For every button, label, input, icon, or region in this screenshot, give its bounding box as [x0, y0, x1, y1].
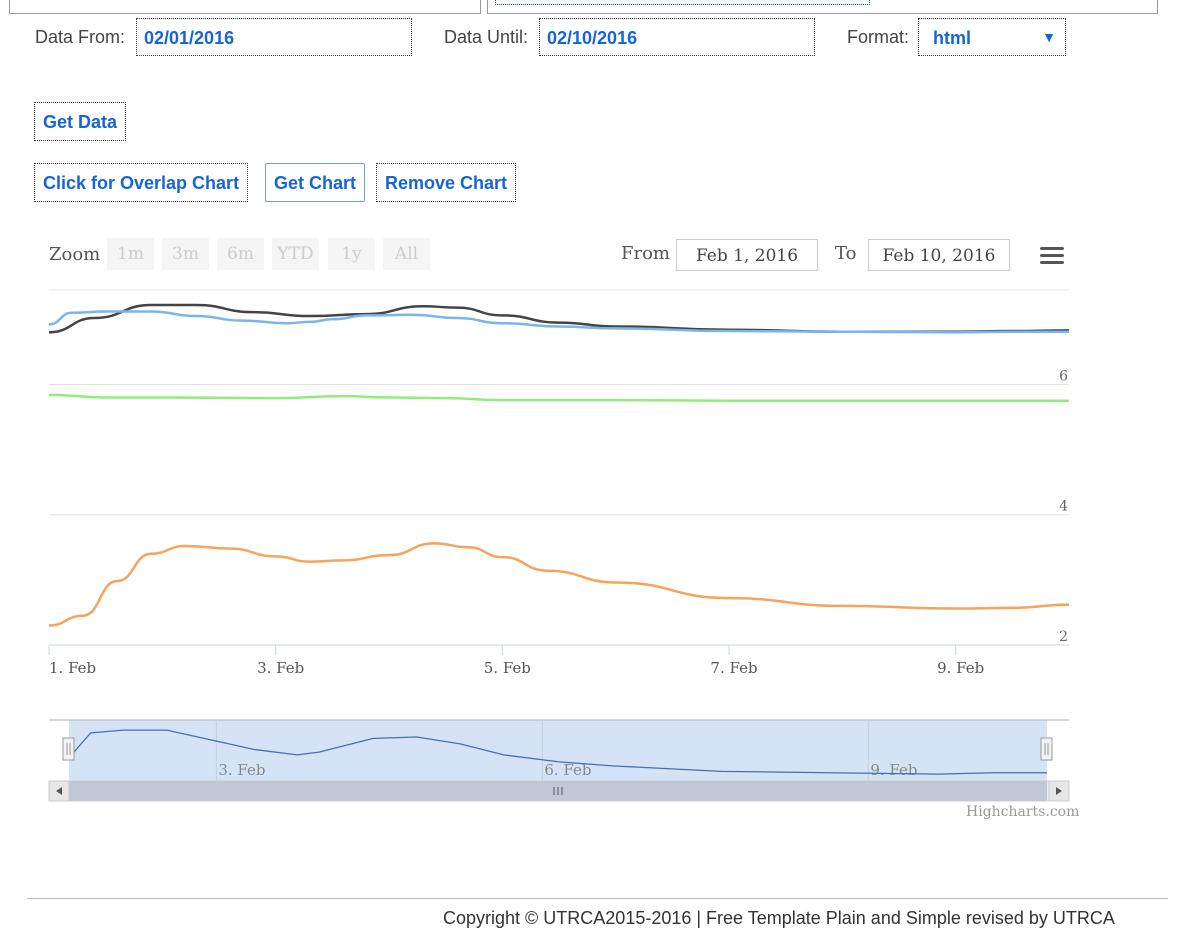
- top-field-partial[interactable]: [495, 0, 870, 5]
- x-tick-label: 7. Feb: [710, 659, 757, 677]
- get-data-button[interactable]: Get Data: [34, 102, 127, 141]
- series-line-3[interactable]: [48, 542, 1070, 627]
- navigator: 3. Feb 6. Feb 9. Feb: [48, 719, 1070, 802]
- from-label: From: [621, 243, 670, 264]
- x-tick-label: 5. Feb: [484, 659, 531, 677]
- zoom-label: Zoom: [49, 244, 101, 265]
- remove-chart-button[interactable]: Remove Chart: [376, 163, 517, 202]
- line-chart: 6 4 2 1. Feb 3. Feb 5. Feb 7. Feb 9. Feb 3. Fe…: [48, 289, 1070, 802]
- hamburger-menu-icon[interactable]: [1040, 245, 1064, 267]
- data-until-label: Data Until:: [444, 27, 529, 47]
- to-label: To: [835, 243, 857, 264]
- y-tick-label: 6: [1059, 368, 1068, 384]
- data-until-field[interactable]: 02/10/2016: [539, 18, 815, 56]
- zoom-1m-button[interactable]: 1m: [107, 238, 154, 270]
- navigator-left-handle[interactable]: [62, 737, 75, 761]
- series-line-0[interactable]: [48, 303, 1070, 334]
- navigator-right-handle[interactable]: [1040, 737, 1053, 761]
- zoom-ytd-button[interactable]: YTD: [272, 238, 319, 270]
- zoom-3m-button[interactable]: 3m: [162, 238, 209, 270]
- x-tick-label: 9. Feb: [937, 659, 984, 677]
- get-chart-button[interactable]: Get Chart: [265, 163, 366, 202]
- chart-series: [48, 303, 1070, 627]
- chevron-down-icon: ▼: [1042, 29, 1056, 45]
- to-date-input[interactable]: Feb 10, 2016: [868, 239, 1010, 271]
- footer-divider: [27, 898, 1168, 899]
- x-tick-label: 3. Feb: [257, 659, 304, 677]
- copyright-text: Copyright © UTRCA2015-2016 | Free Templa…: [443, 908, 1115, 928]
- chart-gridlines: [49, 289, 1069, 646]
- from-date-input[interactable]: Feb 1, 2016: [676, 239, 818, 271]
- highcharts-credits[interactable]: Highcharts.com: [966, 804, 1079, 820]
- navigator-tick-label: 3. Feb: [218, 761, 265, 779]
- y-tick-label: 4: [1059, 499, 1068, 515]
- zoom-all-button[interactable]: All: [383, 238, 430, 270]
- overlap-chart-button[interactable]: Click for Overlap Chart: [34, 163, 249, 202]
- zoom-6m-button[interactable]: 6m: [217, 238, 264, 270]
- format-select[interactable]: html ▼: [918, 18, 1066, 56]
- x-axis: 1. Feb 3. Feb 5. Feb 7. Feb 9. Feb: [48, 644, 1069, 677]
- format-select-value: html: [933, 28, 971, 48]
- x-tick-label: 1. Feb: [49, 659, 96, 677]
- top-panel-left: [9, 0, 481, 14]
- format-label: Format:: [847, 27, 910, 47]
- navigator-tick-label: 9. Feb: [870, 761, 917, 779]
- data-from-field[interactable]: 02/01/2016: [136, 18, 412, 56]
- data-from-label: Data From:: [35, 27, 126, 47]
- zoom-1y-button[interactable]: 1y: [328, 238, 375, 270]
- series-line-2[interactable]: [48, 393, 1069, 402]
- y-tick-label: 2: [1059, 629, 1068, 645]
